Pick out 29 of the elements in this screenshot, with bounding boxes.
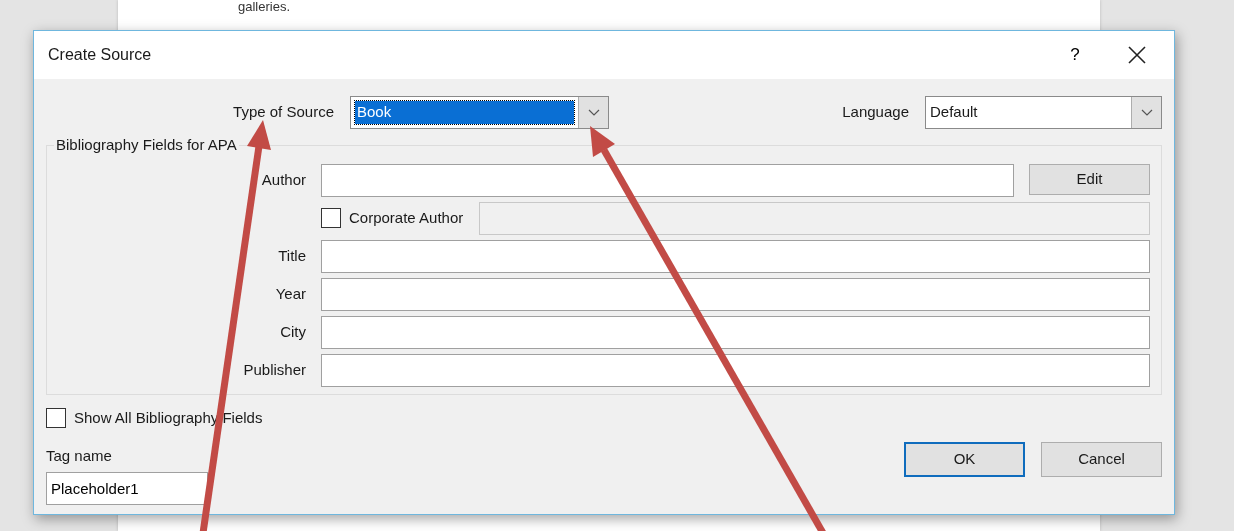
checkbox[interactable]	[46, 407, 66, 428]
text-field[interactable]	[321, 163, 1014, 197]
dialog-button[interactable]: Cancel	[1041, 441, 1162, 477]
field-label: Year	[274, 283, 306, 304]
caret-icon	[587, 108, 600, 117]
group-title: Bibliography Fields for APA	[55, 137, 238, 154]
checkbox-label: Show All Bibliography Fields	[74, 407, 263, 428]
field-label: Type of Source	[232, 102, 334, 123]
help-button[interactable]: ?	[1052, 35, 1098, 75]
source-type-dropdown[interactable]: Book	[350, 96, 609, 129]
text-field[interactable]	[321, 353, 1150, 387]
caret-icon	[1140, 108, 1153, 117]
field-label: Publisher	[242, 359, 306, 380]
text-field[interactable]	[321, 277, 1150, 311]
text-field[interactable]	[321, 315, 1150, 349]
dialog-button[interactable]: OK	[904, 441, 1025, 477]
window-title: Create Source	[48, 45, 152, 65]
field-label: Author	[260, 169, 306, 190]
field-label: City	[279, 321, 306, 342]
field-label: Language	[842, 102, 909, 123]
field-label: Tag name	[46, 446, 113, 466]
tag-name-field[interactable]: Placeholder1	[46, 471, 208, 505]
edit-button[interactable]: Edit	[1029, 163, 1150, 195]
close-icon	[1127, 45, 1147, 65]
text-field[interactable]	[321, 239, 1150, 273]
language-dropdown[interactable]: Default	[925, 96, 1162, 129]
document-text: galleries.	[238, 0, 292, 13]
field-label: Title	[277, 245, 306, 266]
checkbox-label: Corporate Author	[349, 207, 464, 228]
